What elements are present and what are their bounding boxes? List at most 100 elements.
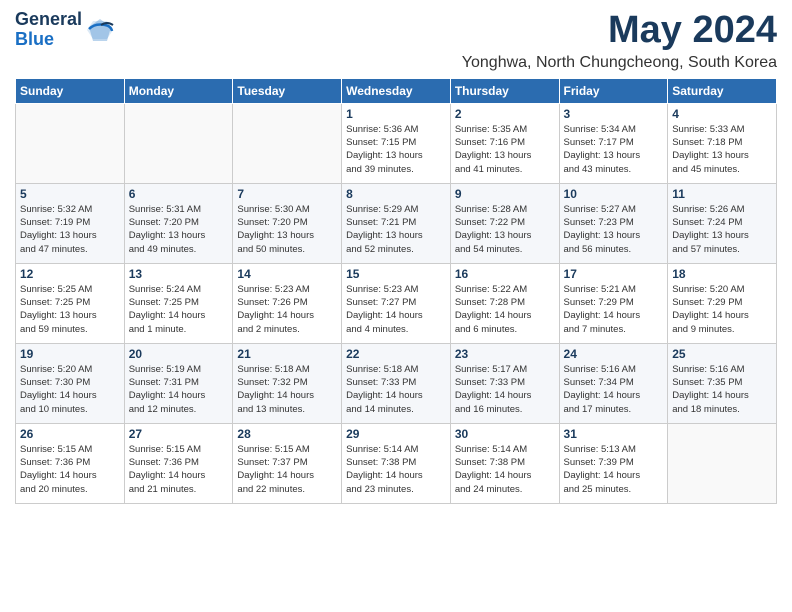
month-title: May 2024: [462, 10, 777, 52]
day-info: Sunrise: 5:15 AM Sunset: 7:36 PM Dayligh…: [129, 443, 229, 496]
day-info: Sunrise: 5:14 AM Sunset: 7:38 PM Dayligh…: [346, 443, 446, 496]
day-number: 29: [346, 427, 446, 441]
day-number: 31: [564, 427, 664, 441]
day-number: 3: [564, 107, 664, 121]
day-info: Sunrise: 5:18 AM Sunset: 7:32 PM Dayligh…: [237, 363, 337, 416]
day-number: 10: [564, 187, 664, 201]
calendar-week-3: 12 Sunrise: 5:25 AM Sunset: 7:25 PM Dayli…: [16, 263, 777, 343]
calendar-cell: 2Sunrise: 5:35 AM Sunset: 7:16 PM Daylig…: [450, 103, 559, 183]
day-info: Sunrise: 5:36 AM Sunset: 7:15 PM Dayligh…: [346, 123, 446, 176]
calendar-cell: 12 Sunrise: 5:25 AM Sunset: 7:25 PM Dayli…: [16, 263, 125, 343]
day-info: Sunrise: 5:20 AM Sunset: 7:30 PM Dayligh…: [20, 363, 120, 416]
calendar-cell: 15Sunrise: 5:23 AM Sunset: 7:27 PM Dayli…: [342, 263, 451, 343]
day-number: 4: [672, 107, 772, 121]
logo: General Blue: [15, 10, 115, 50]
calendar-cell: [124, 103, 233, 183]
calendar-cell: 4 Sunrise: 5:33 AM Sunset: 7:18 PM Daylig…: [668, 103, 777, 183]
day-info: Sunrise: 5:29 AM Sunset: 7:21 PM Dayligh…: [346, 203, 446, 256]
day-info: Sunrise: 5:32 AM Sunset: 7:19 PM Dayligh…: [20, 203, 120, 256]
day-number: 19: [20, 347, 120, 361]
calendar-cell: [16, 103, 125, 183]
day-info: Sunrise: 5:19 AM Sunset: 7:31 PM Dayligh…: [129, 363, 229, 416]
day-number: 14: [237, 267, 337, 281]
weekday-header-row: SundayMondayTuesdayWednesdayThursdayFrid…: [16, 78, 777, 103]
day-number: 5: [20, 187, 120, 201]
header: General Blue May 2024 Yonghwa, North Chu…: [15, 10, 777, 72]
calendar-cell: 6 Sunrise: 5:31 AM Sunset: 7:20 PM Daylig…: [124, 183, 233, 263]
day-number: 6: [129, 187, 229, 201]
weekday-header-monday: Monday: [124, 78, 233, 103]
day-info: Sunrise: 5:16 AM Sunset: 7:34 PM Dayligh…: [564, 363, 664, 416]
weekday-header-thursday: Thursday: [450, 78, 559, 103]
calendar-cell: 21 Sunrise: 5:18 AM Sunset: 7:32 PM Dayli…: [233, 343, 342, 423]
weekday-header-tuesday: Tuesday: [233, 78, 342, 103]
day-info: Sunrise: 5:23 AM Sunset: 7:27 PM Dayligh…: [346, 283, 446, 336]
calendar-cell: 19 Sunrise: 5:20 AM Sunset: 7:30 PM Dayli…: [16, 343, 125, 423]
calendar-cell: 25 Sunrise: 5:16 AM Sunset: 7:35 PM Dayli…: [668, 343, 777, 423]
day-number: 11: [672, 187, 772, 201]
calendar-cell: 17 Sunrise: 5:21 AM Sunset: 7:29 PM Dayli…: [559, 263, 668, 343]
day-info: Sunrise: 5:18 AM Sunset: 7:33 PM Dayligh…: [346, 363, 446, 416]
day-info: Sunrise: 5:22 AM Sunset: 7:28 PM Dayligh…: [455, 283, 555, 336]
day-info: Sunrise: 5:24 AM Sunset: 7:25 PM Dayligh…: [129, 283, 229, 336]
logo-blue: Blue: [15, 29, 54, 49]
page-container: General Blue May 2024 Yonghwa, North Chu…: [0, 0, 792, 514]
calendar-week-4: 19 Sunrise: 5:20 AM Sunset: 7:30 PM Dayli…: [16, 343, 777, 423]
calendar-cell: 27 Sunrise: 5:15 AM Sunset: 7:36 PM Dayli…: [124, 423, 233, 503]
day-number: 24: [564, 347, 664, 361]
day-info: Sunrise: 5:25 AM Sunset: 7:25 PM Dayligh…: [20, 283, 120, 336]
day-number: 13: [129, 267, 229, 281]
logo-icon: [85, 15, 115, 45]
location: Yonghwa, North Chungcheong, South Korea: [462, 54, 777, 72]
calendar-cell: 8 Sunrise: 5:29 AM Sunset: 7:21 PM Daylig…: [342, 183, 451, 263]
calendar-cell: 7Sunrise: 5:30 AM Sunset: 7:20 PM Daylig…: [233, 183, 342, 263]
day-number: 12: [20, 267, 120, 281]
calendar-week-1: 1 Sunrise: 5:36 AM Sunset: 7:15 PM Daylig…: [16, 103, 777, 183]
day-number: 25: [672, 347, 772, 361]
calendar-cell: 22Sunrise: 5:18 AM Sunset: 7:33 PM Dayli…: [342, 343, 451, 423]
weekday-header-sunday: Sunday: [16, 78, 125, 103]
calendar-table: SundayMondayTuesdayWednesdayThursdayFrid…: [15, 78, 777, 504]
calendar-cell: 16Sunrise: 5:22 AM Sunset: 7:28 PM Dayli…: [450, 263, 559, 343]
calendar-cell: 18Sunrise: 5:20 AM Sunset: 7:29 PM Dayli…: [668, 263, 777, 343]
day-info: Sunrise: 5:30 AM Sunset: 7:20 PM Dayligh…: [237, 203, 337, 256]
calendar-cell: 31 Sunrise: 5:13 AM Sunset: 7:39 PM Dayli…: [559, 423, 668, 503]
day-info: Sunrise: 5:28 AM Sunset: 7:22 PM Dayligh…: [455, 203, 555, 256]
calendar-cell: 10 Sunrise: 5:27 AM Sunset: 7:23 PM Dayli…: [559, 183, 668, 263]
day-number: 1: [346, 107, 446, 121]
calendar-cell: 5 Sunrise: 5:32 AM Sunset: 7:19 PM Daylig…: [16, 183, 125, 263]
day-number: 9: [455, 187, 555, 201]
day-info: Sunrise: 5:15 AM Sunset: 7:36 PM Dayligh…: [20, 443, 120, 496]
day-number: 21: [237, 347, 337, 361]
calendar-cell: 9 Sunrise: 5:28 AM Sunset: 7:22 PM Daylig…: [450, 183, 559, 263]
day-number: 8: [346, 187, 446, 201]
day-info: Sunrise: 5:23 AM Sunset: 7:26 PM Dayligh…: [237, 283, 337, 336]
calendar-cell: 20 Sunrise: 5:19 AM Sunset: 7:31 PM Dayli…: [124, 343, 233, 423]
calendar-cell: 28 Sunrise: 5:15 AM Sunset: 7:37 PM Dayli…: [233, 423, 342, 503]
calendar-cell: 30Sunrise: 5:14 AM Sunset: 7:38 PM Dayli…: [450, 423, 559, 503]
day-info: Sunrise: 5:31 AM Sunset: 7:20 PM Dayligh…: [129, 203, 229, 256]
day-number: 17: [564, 267, 664, 281]
logo-text: General Blue: [15, 10, 115, 50]
day-info: Sunrise: 5:27 AM Sunset: 7:23 PM Dayligh…: [564, 203, 664, 256]
day-info: Sunrise: 5:21 AM Sunset: 7:29 PM Dayligh…: [564, 283, 664, 336]
day-info: Sunrise: 5:14 AM Sunset: 7:38 PM Dayligh…: [455, 443, 555, 496]
calendar-week-2: 5 Sunrise: 5:32 AM Sunset: 7:19 PM Daylig…: [16, 183, 777, 263]
day-number: 27: [129, 427, 229, 441]
day-info: Sunrise: 5:15 AM Sunset: 7:37 PM Dayligh…: [237, 443, 337, 496]
calendar-cell: 1 Sunrise: 5:36 AM Sunset: 7:15 PM Daylig…: [342, 103, 451, 183]
calendar-cell: 11Sunrise: 5:26 AM Sunset: 7:24 PM Dayli…: [668, 183, 777, 263]
day-number: 20: [129, 347, 229, 361]
calendar-cell: 13 Sunrise: 5:24 AM Sunset: 7:25 PM Dayli…: [124, 263, 233, 343]
day-info: Sunrise: 5:33 AM Sunset: 7:18 PM Dayligh…: [672, 123, 772, 176]
day-info: Sunrise: 5:16 AM Sunset: 7:35 PM Dayligh…: [672, 363, 772, 416]
weekday-header-wednesday: Wednesday: [342, 78, 451, 103]
day-number: 28: [237, 427, 337, 441]
title-block: May 2024 Yonghwa, North Chungcheong, Sou…: [462, 10, 777, 72]
day-info: Sunrise: 5:13 AM Sunset: 7:39 PM Dayligh…: [564, 443, 664, 496]
day-number: 2: [455, 107, 555, 121]
calendar-cell: 14 Sunrise: 5:23 AM Sunset: 7:26 PM Dayli…: [233, 263, 342, 343]
calendar-week-5: 26Sunrise: 5:15 AM Sunset: 7:36 PM Dayli…: [16, 423, 777, 503]
calendar-cell: 26Sunrise: 5:15 AM Sunset: 7:36 PM Dayli…: [16, 423, 125, 503]
calendar-cell: [668, 423, 777, 503]
